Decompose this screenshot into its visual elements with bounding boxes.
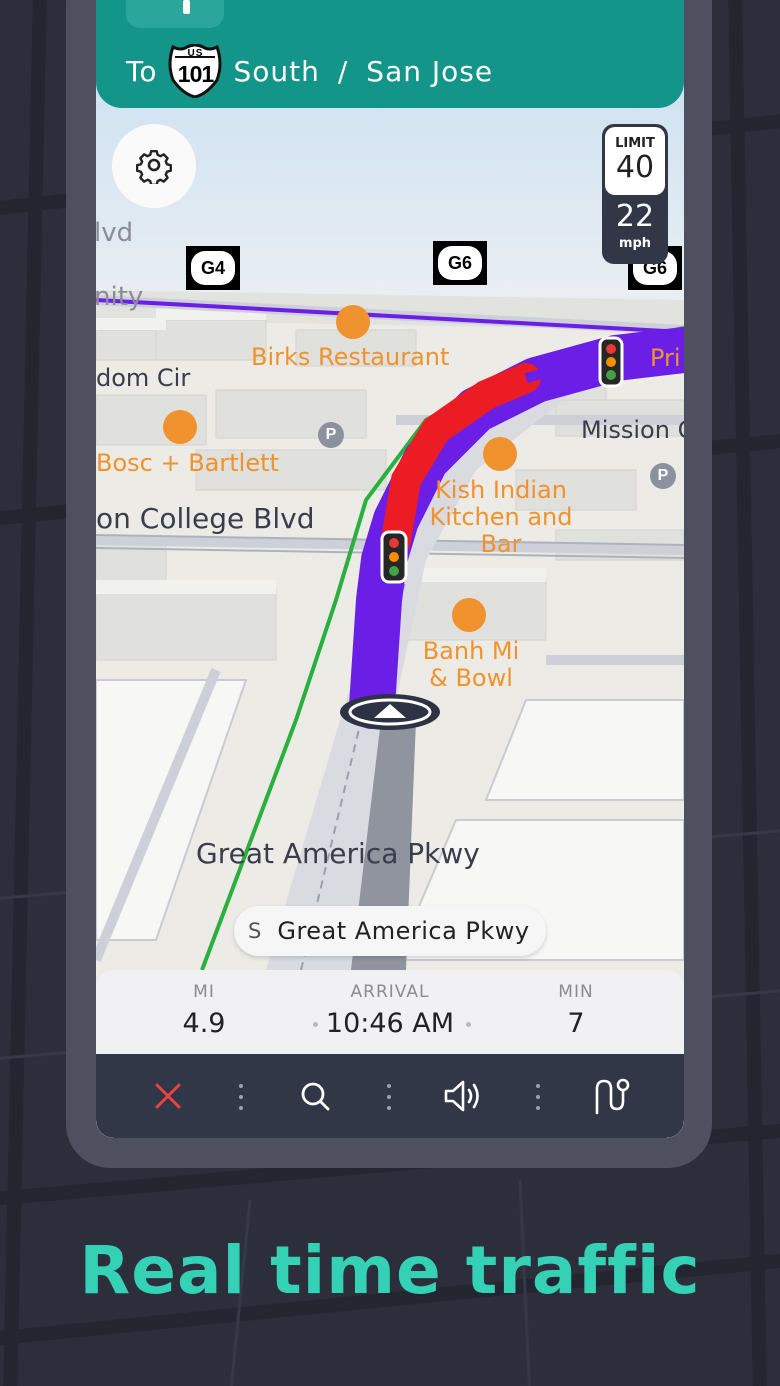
speed-limit-panel: LIMIT 40 22 mph: [602, 124, 668, 264]
parking-icon[interactable]: P: [650, 463, 676, 489]
route-options-button[interactable]: [590, 1074, 634, 1118]
trip-info-bar[interactable]: MI 4.9 ARRIVAL 10:46 AM MIN 7: [96, 970, 684, 1054]
poi-label[interactable]: Kish Indian Kitchen and Bar: [426, 477, 576, 558]
volume-icon: [444, 1080, 479, 1112]
route-sign: G6: [433, 241, 487, 285]
close-icon: [155, 1083, 181, 1109]
restaurant-icon[interactable]: [336, 305, 370, 339]
poi-label[interactable]: Pri: [650, 345, 681, 372]
end-navigation-button[interactable]: [146, 1074, 190, 1118]
route-sign: G4: [186, 246, 240, 290]
destination-name: San Jose: [366, 54, 494, 88]
speed-limit-value: 40: [615, 150, 655, 185]
poi-label[interactable]: Birks Restaurant: [251, 344, 449, 371]
time-label: MIN: [558, 982, 594, 1002]
restaurant-icon[interactable]: [483, 437, 517, 471]
street-label: nity: [96, 282, 144, 312]
distance-value: 4.9: [182, 1008, 226, 1039]
navigation-banner[interactable]: To US 101 South / San Jose: [96, 0, 684, 108]
time-value: 7: [567, 1008, 585, 1039]
speed-unit: mph: [618, 236, 652, 251]
arrival-value: 10:46 AM: [325, 1008, 455, 1039]
distance-label: MI: [193, 982, 215, 1002]
arrival-label: ARRIVAL: [350, 982, 430, 1002]
poi-label[interactable]: Bosc + Bartlett: [96, 450, 279, 477]
maneuver-arrow-icon: [126, 0, 224, 28]
route-direction: South: [233, 54, 320, 88]
gear-icon: [136, 149, 172, 184]
speed-limit-sign: LIMIT 40: [605, 127, 665, 195]
shield-country: US: [187, 48, 204, 59]
settings-button[interactable]: [112, 124, 196, 208]
traffic-light-icon: [380, 530, 408, 584]
divider-dots: [387, 1084, 391, 1110]
us-highway-shield-icon: US 101: [167, 44, 223, 98]
destination-line: To US 101 South / San Jose: [126, 44, 494, 98]
separator: /: [337, 54, 349, 88]
search-icon: [301, 1082, 330, 1111]
divider-dot: [466, 1022, 471, 1027]
street-label: Great America Pkwy: [196, 837, 480, 870]
poi-label[interactable]: Banh Mi & Bowl: [416, 638, 526, 692]
promo-headline: Real time traffic: [79, 1232, 701, 1309]
restaurant-icon[interactable]: [452, 598, 486, 632]
street-label: dom Cir: [96, 364, 191, 392]
time-remaining: MIN 7: [536, 982, 616, 1039]
search-button[interactable]: [293, 1074, 337, 1118]
street-name: Great America Pkwy: [277, 917, 530, 945]
divider-dots: [239, 1084, 243, 1110]
traffic-light-icon: [598, 336, 624, 388]
street-label: lvd: [96, 218, 134, 248]
parking-icon[interactable]: P: [318, 422, 344, 448]
shield-number: 101: [177, 61, 214, 87]
bottom-toolbar: [96, 1054, 684, 1138]
route-options-icon: [595, 1078, 630, 1115]
street-direction: S: [248, 919, 262, 943]
distance-remaining: MI 4.9: [164, 982, 244, 1039]
direction-prefix: To: [126, 54, 158, 88]
restaurant-icon[interactable]: [163, 410, 197, 444]
speed-limit-label: LIMIT: [615, 136, 655, 151]
street-label: on College Blvd: [96, 502, 315, 535]
current-street-pill: S Great America Pkwy: [234, 906, 546, 956]
street-label: Mission C: [581, 416, 684, 444]
volume-button[interactable]: [442, 1074, 486, 1118]
app-screen: G4 G6 G6 P P lvd nity dom Cir on College…: [96, 0, 684, 1138]
divider-dots: [536, 1084, 540, 1110]
arrival-time: ARRIVAL 10:46 AM: [310, 982, 470, 1039]
current-speed: 22: [615, 199, 655, 234]
